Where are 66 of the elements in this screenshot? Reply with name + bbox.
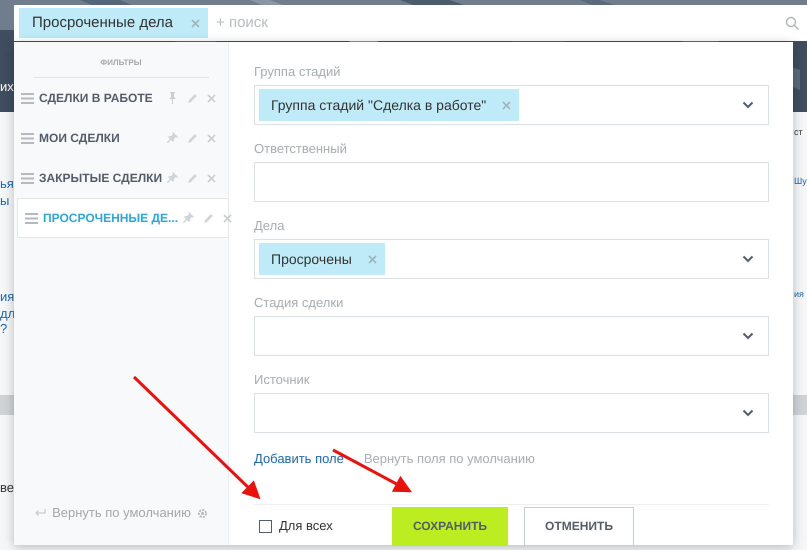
background-text: ? (0, 322, 8, 335)
chevron-down-icon[interactable] (742, 409, 754, 417)
remove-icon[interactable] (368, 254, 377, 264)
gear-icon[interactable] (196, 508, 208, 518)
value-tag-label: Просрочены (271, 250, 352, 269)
filter-item-label: МОИ СДЕЛКИ (39, 130, 121, 147)
close-icon[interactable] (207, 174, 216, 182)
remove-icon[interactable] (502, 100, 512, 110)
drag-handle-icon[interactable] (25, 212, 38, 224)
value-tag[interactable]: Просрочены (259, 243, 385, 275)
pin-icon[interactable] (167, 132, 178, 144)
background-text: Шу (794, 177, 807, 186)
search-field[interactable]: + поиск (216, 12, 777, 34)
search-icon[interactable] (785, 16, 799, 30)
search-bar[interactable]: Просроченные дела + поиск (14, 5, 807, 41)
close-icon[interactable] (207, 134, 216, 142)
filter-item[interactable]: СДЕЛКИ В РАБОТЕ (14, 78, 228, 118)
background-text: ия (0, 290, 14, 303)
edit-icon[interactable] (203, 212, 214, 224)
undo-arrow-icon (34, 508, 46, 518)
filter-item-label: СДЕЛКИ В РАБОТЕ (39, 90, 154, 107)
pin-icon[interactable] (167, 92, 178, 104)
sidebar-title: ФИЛЬТРЫ (100, 56, 142, 68)
field-label: Дела (254, 218, 286, 233)
edit-icon[interactable] (187, 132, 198, 144)
select-field[interactable] (254, 316, 769, 356)
filter-tag-label: Просроченные дела (32, 12, 174, 33)
select-field[interactable] (254, 393, 769, 433)
value-tag-label: Группа стадий "Сделка в работе" (271, 96, 486, 115)
checkbox[interactable] (259, 520, 272, 532)
edit-icon[interactable] (187, 172, 198, 184)
background-text: ст (794, 128, 803, 137)
close-icon[interactable] (223, 214, 232, 222)
filter-tag[interactable]: Просроченные дела (19, 8, 208, 38)
pin-icon[interactable] (167, 172, 178, 184)
close-icon[interactable] (207, 94, 216, 102)
filter-item-label: ЗАКРЫТЫЕ СДЕЛКИ (39, 170, 162, 187)
value-tag[interactable]: Группа стадий "Сделка в работе" (259, 89, 520, 121)
save-button[interactable]: СОХРАНИТЬ (392, 506, 508, 546)
filter-item[interactable]: ЗАКРЫТЫЕ СДЕЛКИ (14, 158, 228, 198)
background-text: ья (0, 177, 14, 190)
background-text: ия (794, 290, 804, 299)
field-label: Группа стадий (254, 64, 342, 79)
add-field-link[interactable]: Добавить поле (254, 449, 344, 468)
chevron-down-icon[interactable] (742, 332, 754, 340)
filter-item-label: ПРОСРОЧЕННЫЕ ДЕ... (43, 210, 178, 227)
pin-icon[interactable] (183, 212, 194, 224)
drag-handle-icon[interactable] (21, 92, 34, 104)
background-text: ы (0, 194, 10, 207)
chevron-down-icon[interactable] (742, 101, 754, 109)
select-field[interactable]: Группа стадий "Сделка в работе" (254, 85, 769, 125)
select-field[interactable]: Просрочены (254, 239, 769, 279)
background-text: их (0, 80, 14, 93)
field-label: Источник (254, 372, 310, 387)
checkbox-label: Для всех (279, 517, 333, 536)
input-field[interactable] (254, 162, 769, 202)
drag-handle-icon[interactable] (21, 172, 34, 184)
background-text: ве (0, 481, 14, 494)
field-label: Ответственный (254, 141, 348, 156)
filter-item[interactable]: МОИ СДЕЛКИ (14, 118, 228, 158)
edit-icon[interactable] (187, 92, 198, 104)
remove-icon[interactable] (191, 18, 200, 28)
cancel-button[interactable]: ОТМЕНИТЬ (524, 506, 634, 546)
chevron-down-icon[interactable] (742, 255, 754, 263)
drag-handle-icon[interactable] (21, 132, 34, 144)
field-label: Стадия сделки (254, 295, 344, 310)
